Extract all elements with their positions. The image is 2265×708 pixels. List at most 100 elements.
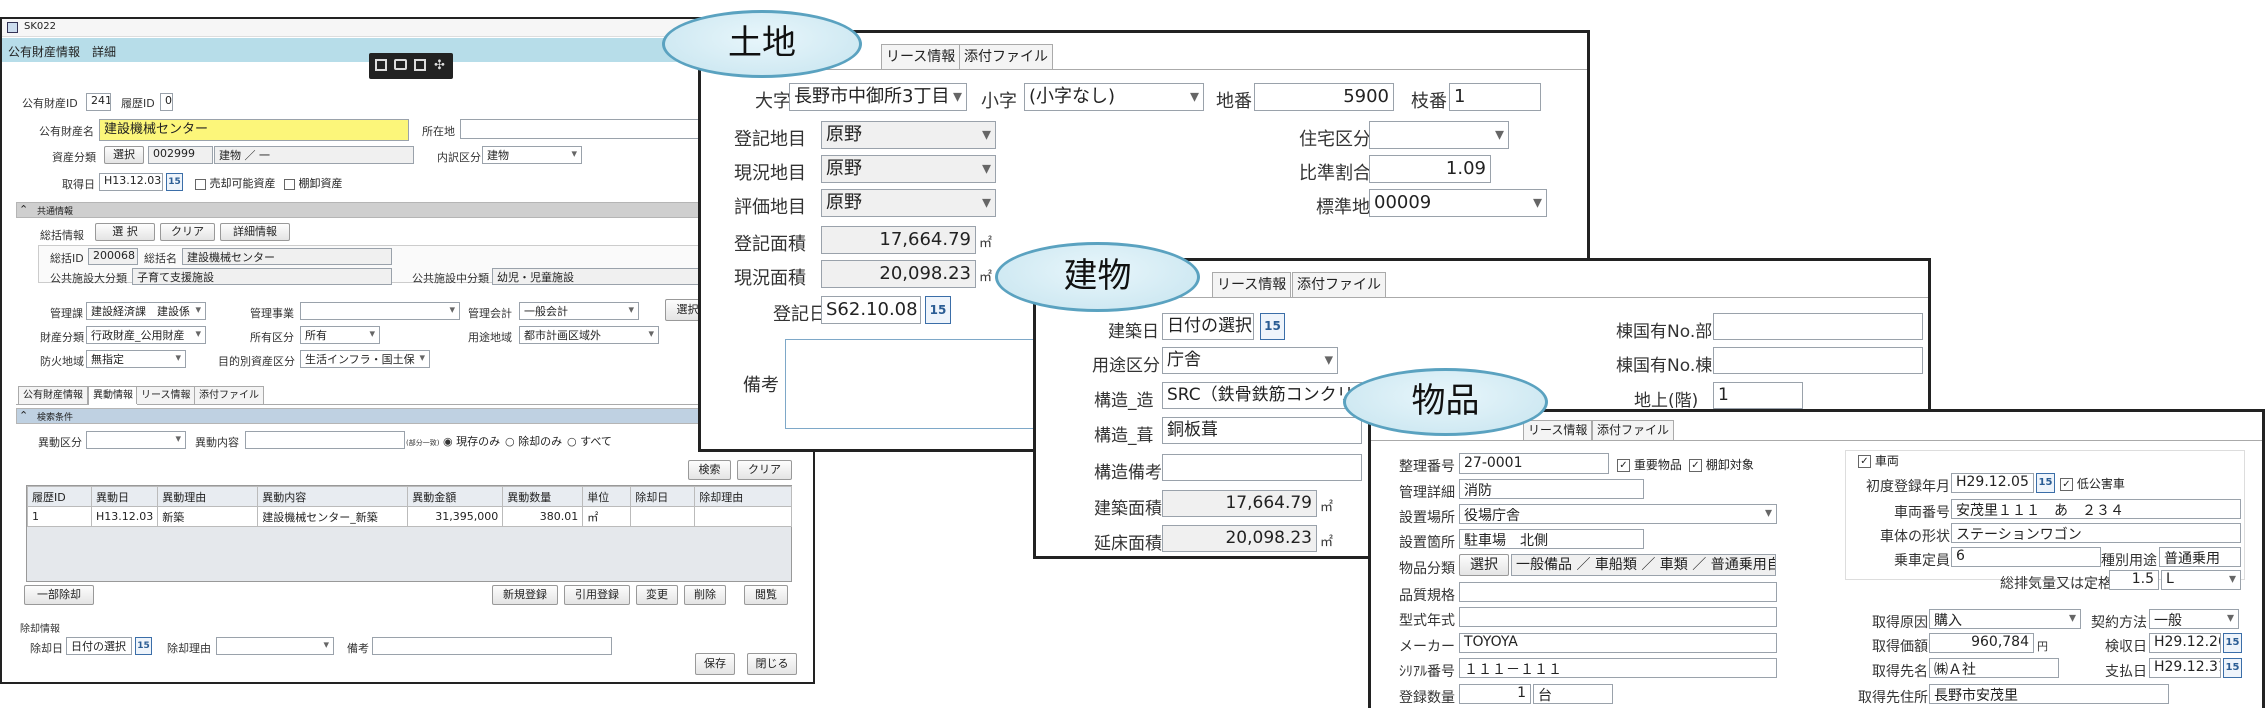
column-header[interactable]: 除却理由 <box>694 486 793 507</box>
calendar-icon[interactable]: 15 <box>2223 658 2242 678</box>
column-header[interactable]: 異動日 <box>90 486 159 507</box>
mgmt-detail-field[interactable]: 消防 <box>1459 479 1644 499</box>
price-field[interactable]: 960,784 <box>1929 633 2034 653</box>
calendar-icon[interactable]: 15 <box>135 637 152 655</box>
summary-select-button[interactable]: 選 択 <box>95 223 155 241</box>
search-section-header[interactable]: ⌃ 検索条件 <box>16 408 706 424</box>
disposal-reason-select[interactable]: ▾ <box>216 637 334 655</box>
change-button[interactable]: 変更 <box>636 585 678 605</box>
column-header[interactable]: 除却日 <box>630 486 696 507</box>
summary-clear-button[interactable]: クリア <box>160 223 215 241</box>
purpose-select[interactable]: 生活インフラ・国土保 ▾ <box>300 350 430 368</box>
column-header[interactable]: 異動数量 <box>502 486 584 507</box>
body-field[interactable]: ステーションワゴン <box>1951 523 2241 543</box>
summary-detail-button[interactable]: 詳細情報 <box>220 223 290 241</box>
acq-date-field[interactable]: H13.12.03 <box>99 173 163 191</box>
tab-lease-info[interactable]: リース情報 <box>881 44 961 69</box>
capacity-field[interactable]: 6 <box>1951 547 2101 567</box>
calendar-icon[interactable]: 15 <box>2223 633 2242 653</box>
radio-all[interactable]: ○ すべて <box>567 433 612 449</box>
spec-field[interactable] <box>1459 582 1777 602</box>
model-field[interactable] <box>1459 607 1777 627</box>
gov-bldg-field[interactable] <box>1713 347 1923 374</box>
cause-select[interactable]: 購入 ▾ <box>1929 609 2081 629</box>
chiban-field[interactable]: 5900 <box>1254 83 1394 111</box>
spot-field[interactable]: 駐車場 北側 <box>1459 529 1644 549</box>
inspect-field[interactable]: H29.12.20 <box>2149 633 2221 653</box>
fire-select[interactable]: 無指定 ▾ <box>86 350 186 368</box>
struct-note-field[interactable] <box>1162 454 1362 481</box>
tab-asset-info[interactable]: 公有財産情報 <box>18 386 88 404</box>
serial-field[interactable]: １１１－１１１ <box>1459 658 1777 678</box>
tab-attachments[interactable]: 添付ファイル <box>1592 420 1675 440</box>
qty-unit-field[interactable]: 台 <box>1533 684 1613 704</box>
common-section-header[interactable]: ⌃ 共通情報 <box>16 202 706 218</box>
comment-icon[interactable] <box>394 59 407 70</box>
rev-id-field[interactable]: 0 <box>160 93 173 111</box>
use-select[interactable]: 庁舎 ▾ <box>1162 347 1338 374</box>
change-type-select[interactable]: ▾ <box>86 431 186 449</box>
table-row[interactable]: 1 H13.12.03 新築 建設機械センター_新築 31,395,000 38… <box>27 506 793 527</box>
tab-attachments[interactable]: 添付ファイル <box>1292 272 1386 297</box>
delete-button[interactable]: 削除 <box>684 585 726 605</box>
maker-field[interactable]: TOYOYA <box>1459 633 1777 653</box>
mgmt-dept-select[interactable]: 建設経済課 建設係 ▾ <box>86 302 206 320</box>
std-select[interactable]: 00009 ▾ <box>1369 189 1547 217</box>
zoning-select[interactable]: 都市計画区域外 ▾ <box>519 326 659 344</box>
tab-attachments[interactable]: 添付ファイル <box>959 44 1053 69</box>
oaza-select[interactable]: 長野市中御所3丁目 ▾ <box>789 83 967 111</box>
asset-class-select-button[interactable]: 選択 <box>104 146 144 164</box>
goods-class-select-button[interactable]: 選択 <box>1459 554 1509 576</box>
calendar-icon[interactable]: 15 <box>925 296 951 324</box>
mgmt-account-select[interactable]: 一般会計 ▾ <box>519 302 639 320</box>
column-header[interactable]: 異動内容 <box>257 486 409 507</box>
settings-icon[interactable]: ✣ <box>434 58 445 73</box>
vehicle-no-field[interactable]: 安茂里１１１ あ ２３４ <box>1951 499 2241 519</box>
tab-lease-info[interactable]: リース情報 <box>1212 272 1292 297</box>
structure-select[interactable]: SRC（鉄骨鉄筋コンクリ <box>1162 382 1362 409</box>
new-button[interactable]: 新規登録 <box>492 585 558 605</box>
vendor-field[interactable]: ㈱Ａ社 <box>1929 658 2059 678</box>
place-select[interactable]: 役場庁舎 ▾ <box>1459 504 1777 524</box>
search-clear-button[interactable]: クリア <box>737 460 792 480</box>
vendor-addr-field[interactable]: 長野市安茂里 <box>1929 684 2169 704</box>
low-pollution-checkbox[interactable]: ✓ 低公害車 <box>2060 475 2125 492</box>
built-date-field[interactable]: 日付の選択 <box>1162 313 1254 340</box>
tab-change-info[interactable]: 異動情報 <box>88 386 138 405</box>
qty-field[interactable]: 1 <box>1459 684 1531 704</box>
reg-category-select[interactable]: 原野 ▾ <box>821 121 996 149</box>
housing-select[interactable]: ▾ <box>1369 121 1509 149</box>
location-field[interactable] <box>460 119 700 139</box>
calendar-icon[interactable]: 15 <box>1260 313 1285 340</box>
column-header[interactable]: 単位 <box>582 486 632 507</box>
search-button[interactable]: 検索 <box>688 460 731 480</box>
save-button[interactable]: 保存 <box>695 653 735 675</box>
close-button[interactable]: 閉じる <box>747 653 797 675</box>
koaza-select[interactable]: (小字なし) ▾ <box>1024 83 1204 111</box>
exhaust-field[interactable]: 1.5 <box>2109 570 2159 590</box>
frame-icon[interactable] <box>414 59 426 71</box>
collapse-icon[interactable]: ⌃ <box>19 203 28 216</box>
disposal-note-field[interactable] <box>372 637 612 655</box>
copy-button[interactable]: 引用登録 <box>564 585 630 605</box>
vehicle-checkbox[interactable]: ✓ 車両 <box>1858 452 1899 469</box>
radio-existing[interactable]: ◉ 現存のみ <box>443 433 500 449</box>
edaban-field[interactable]: 1 <box>1449 83 1541 111</box>
partial-remove-button[interactable]: 一部除却 <box>24 585 94 605</box>
kind-field[interactable]: 普通乗用 <box>2159 547 2241 567</box>
change-content-field[interactable] <box>245 431 405 449</box>
ratio-field[interactable]: 1.09 <box>1369 155 1491 183</box>
inventory-target-checkbox[interactable]: ✓ 棚卸対象 <box>1689 456 1754 473</box>
calendar-icon[interactable]: 15 <box>166 173 183 191</box>
inventory-checkbox[interactable]: 棚卸資産 <box>284 175 343 191</box>
asset-name-field[interactable]: 建設機械センター <box>99 119 409 141</box>
eval-category-select[interactable]: 原野 ▾ <box>821 189 996 217</box>
column-header[interactable]: 異動理由 <box>157 486 259 507</box>
exhaust-unit-select[interactable]: L ▾ <box>2161 570 2241 590</box>
paid-field[interactable]: H29.12.31 <box>2149 658 2221 678</box>
calendar-icon[interactable]: 15 <box>2036 473 2055 493</box>
floors-field[interactable]: 1 <box>1713 382 1803 409</box>
current-category-select[interactable]: 原野 ▾ <box>821 155 996 183</box>
sellable-checkbox[interactable]: 売却可能資産 <box>195 175 276 191</box>
edit-icon[interactable] <box>375 59 387 71</box>
